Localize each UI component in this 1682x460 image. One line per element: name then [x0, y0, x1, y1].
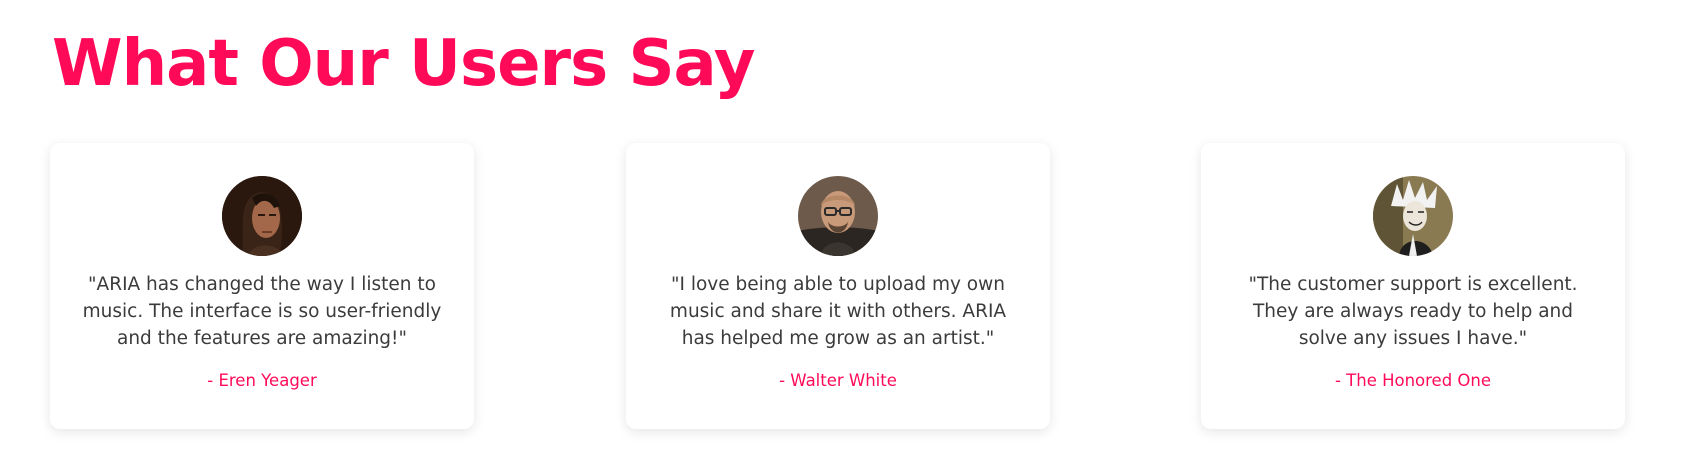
testimonial-card: "I love being able to upload my own musi… — [626, 143, 1050, 429]
testimonial-quote: "I love being able to upload my own musi… — [669, 274, 1007, 349]
testimonial-author: - Eren Yeager — [207, 371, 317, 390]
testimonial-card: "ARIA has changed the way I listen to mu… — [50, 143, 474, 429]
testimonials-list: "ARIA has changed the way I listen to mu… — [50, 143, 1625, 429]
testimonial-quote: "ARIA has changed the way I listen to mu… — [82, 274, 442, 349]
testimonial-quote: "The customer support is excellent. They… — [1248, 274, 1578, 349]
avatar-white-hair-portrait-icon — [1373, 176, 1453, 256]
testimonial-card: "The customer support is excellent. They… — [1201, 143, 1625, 429]
testimonial-author: - The Honored One — [1334, 371, 1492, 390]
page-title: What Our Users Say — [52, 27, 755, 101]
avatar-long-hair-portrait-icon — [222, 176, 302, 256]
avatar — [1373, 176, 1453, 256]
testimonial-author: - Walter White — [779, 371, 897, 390]
avatar-bald-glasses-portrait-icon — [798, 176, 878, 256]
avatar — [798, 176, 878, 256]
avatar — [222, 176, 302, 256]
